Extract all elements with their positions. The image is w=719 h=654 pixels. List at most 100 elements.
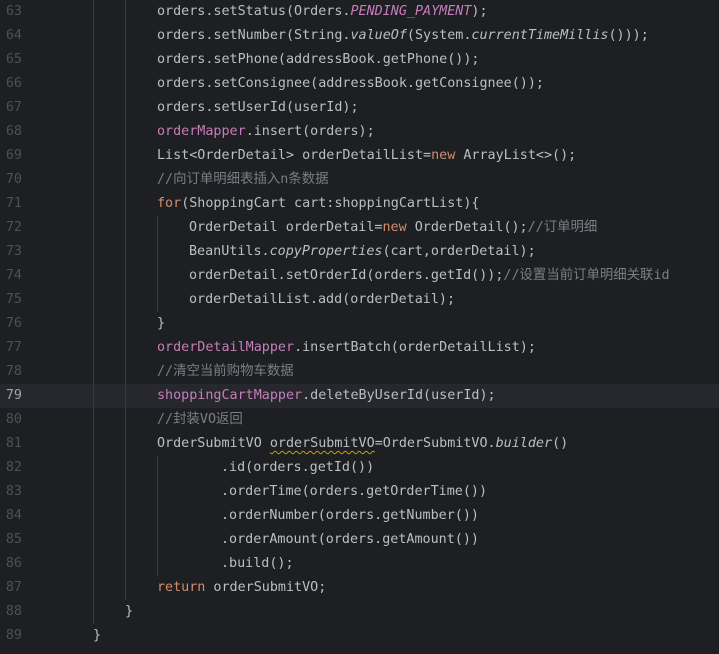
code-token: } [157,316,166,331]
line-number[interactable]: 64 [0,28,22,44]
line-number[interactable]: 89 [0,628,22,644]
line-number[interactable]: 88 [0,604,22,620]
code-text[interactable]: OrderSubmitVO orderSubmitVO=OrderSubmitV… [157,436,568,452]
code-text[interactable]: orderDetail.setOrderId(orders.getId());/… [189,268,670,284]
code-line-85[interactable]: 85 .orderAmount(orders.getAmount()) [0,528,719,552]
code-token: orderMapper [157,124,246,139]
code-text[interactable]: orderDetailList.add(orderDetail); [189,292,455,308]
code-line-72[interactable]: 72 OrderDetail orderDetail=new OrderDetai… [0,216,719,240]
code-text[interactable]: OrderDetail orderDetail=new OrderDetail(… [189,220,597,236]
code-token: orders.setPhone(addressBook.getPhone()); [157,52,480,67]
code-line-88[interactable]: 88} [0,600,719,624]
code-text[interactable]: orders.setNumber(String.valueOf(System.c… [157,28,649,44]
code-line-81[interactable]: 81 OrderSubmitVO orderSubmitVO=OrderSubmi… [0,432,719,456]
code-text[interactable]: } [93,628,101,644]
code-token: .deleteByUserId(userId); [302,388,496,403]
code-line-65[interactable]: 65 orders.setPhone(addressBook.getPhone()… [0,48,719,72]
code-comment: //封装VO返回 [157,412,243,427]
indent-guide-line [125,0,126,600]
line-number[interactable]: 81 [0,436,22,452]
code-line-67[interactable]: 67 orders.setUserId(userId); [0,96,719,120]
line-number[interactable]: 83 [0,484,22,500]
code-text[interactable]: orders.setConsignee(addressBook.getConsi… [157,76,544,92]
code-text[interactable]: } [125,604,133,620]
line-number[interactable]: 77 [0,340,22,356]
code-line-64[interactable]: 64 orders.setNumber(String.valueOf(System… [0,24,719,48]
code-text[interactable]: .id(orders.getId()) [221,460,374,476]
code-token: currentTimeMillis [471,28,609,43]
line-number[interactable]: 65 [0,52,22,68]
code-line-84[interactable]: 84 .orderNumber(orders.getNumber()) [0,504,719,528]
code-text[interactable]: for(ShoppingCart cart:shoppingCartList){ [157,196,479,212]
code-token: } [93,628,102,643]
code-token: .insert(orders); [245,124,375,139]
code-line-73[interactable]: 73 BeanUtils.copyProperties(cart,orderDet… [0,240,719,264]
line-number[interactable]: 86 [0,556,22,572]
code-text[interactable]: } [157,316,165,332]
code-text[interactable]: shoppingCartMapper.deleteByUserId(userId… [157,388,496,404]
code-line-75[interactable]: 75 orderDetailList.add(orderDetail); [0,288,719,312]
code-comment: //向订单明细表插入n条数据 [157,172,329,187]
code-text[interactable]: return orderSubmitVO; [157,580,326,596]
code-line-79[interactable]: 79 shoppingCartMapper.deleteByUserId(user… [0,384,719,408]
code-line-68[interactable]: 68 orderMapper.insert(orders); [0,120,719,144]
line-number[interactable]: 71 [0,196,22,212]
code-line-78[interactable]: 78 //清空当前购物车数据 [0,360,719,384]
line-number[interactable]: 72 [0,220,22,236]
code-text[interactable]: //清空当前购物车数据 [157,364,294,380]
code-line-71[interactable]: 71 for(ShoppingCart cart:shoppingCartList… [0,192,719,216]
code-token: .orderTime(orders.getOrderTime()) [221,484,488,499]
line-number[interactable]: 84 [0,508,22,524]
code-text[interactable]: //封装VO返回 [157,412,243,428]
line-number[interactable]: 78 [0,364,22,380]
code-line-89[interactable]: 89} [0,624,719,648]
line-number[interactable]: 76 [0,316,22,332]
code-token: ); [471,4,488,19]
code-line-69[interactable]: 69 List<OrderDetail> orderDetailList=new … [0,144,719,168]
code-line-66[interactable]: 66 orders.setConsignee(addressBook.getCon… [0,72,719,96]
code-token: (System. [406,28,472,43]
code-editor[interactable]: 63 orders.setStatus(Orders.PENDING_PAYMEN… [0,0,719,654]
line-number[interactable]: 74 [0,268,22,284]
code-text[interactable]: orderDetailMapper.insertBatch(orderDetai… [157,340,536,356]
code-text[interactable]: orderMapper.insert(orders); [157,124,375,140]
code-token: (ShoppingCart cart:shoppingCartList){ [181,196,480,211]
line-number[interactable]: 87 [0,580,22,596]
line-number[interactable]: 69 [0,148,22,164]
code-text[interactable]: .build(); [221,556,294,572]
code-text[interactable]: List<OrderDetail> orderDetailList=new Ar… [157,148,576,164]
code-line-70[interactable]: 70 //向订单明细表插入n条数据 [0,168,719,192]
code-token: (cart,orderDetail); [382,244,536,259]
line-number[interactable]: 70 [0,172,22,188]
line-number[interactable]: 75 [0,292,22,308]
code-line-80[interactable]: 80 //封装VO返回 [0,408,719,432]
code-line-74[interactable]: 74 orderDetail.setOrderId(orders.getId())… [0,264,719,288]
code-line-76[interactable]: 76} [0,312,719,336]
code-text[interactable]: .orderNumber(orders.getNumber()) [221,508,479,524]
code-token: new [431,148,456,163]
line-number[interactable]: 79 [0,388,22,404]
code-text[interactable]: //向订单明细表插入n条数据 [157,172,328,188]
line-number[interactable]: 66 [0,76,22,92]
line-number[interactable]: 85 [0,532,22,548]
code-text[interactable]: orders.setStatus(Orders.PENDING_PAYMENT)… [157,4,488,20]
code-text[interactable]: orders.setPhone(addressBook.getPhone()); [157,52,479,68]
code-line-83[interactable]: 83 .orderTime(orders.getOrderTime()) [0,480,719,504]
line-number[interactable]: 63 [0,4,22,20]
code-text[interactable]: .orderAmount(orders.getAmount()) [221,532,479,548]
code-line-86[interactable]: 86 .build(); [0,552,719,576]
code-token: .insertBatch(orderDetailList); [294,340,536,355]
line-number[interactable]: 67 [0,100,22,116]
line-number[interactable]: 68 [0,124,22,140]
line-number[interactable]: 82 [0,460,22,476]
code-text[interactable]: orders.setUserId(userId); [157,100,359,116]
code-text[interactable]: .orderTime(orders.getOrderTime()) [221,484,487,500]
code-line-87[interactable]: 87 return orderSubmitVO; [0,576,719,600]
code-text[interactable]: BeanUtils.copyProperties(cart,orderDetai… [189,244,536,260]
code-line-63[interactable]: 63 orders.setStatus(Orders.PENDING_PAYMEN… [0,0,719,24]
code-line-82[interactable]: 82 .id(orders.getId()) [0,456,719,480]
code-token: new [382,220,407,235]
line-number[interactable]: 73 [0,244,22,260]
line-number[interactable]: 80 [0,412,22,428]
code-line-77[interactable]: 77 orderDetailMapper.insertBatch(orderDet… [0,336,719,360]
